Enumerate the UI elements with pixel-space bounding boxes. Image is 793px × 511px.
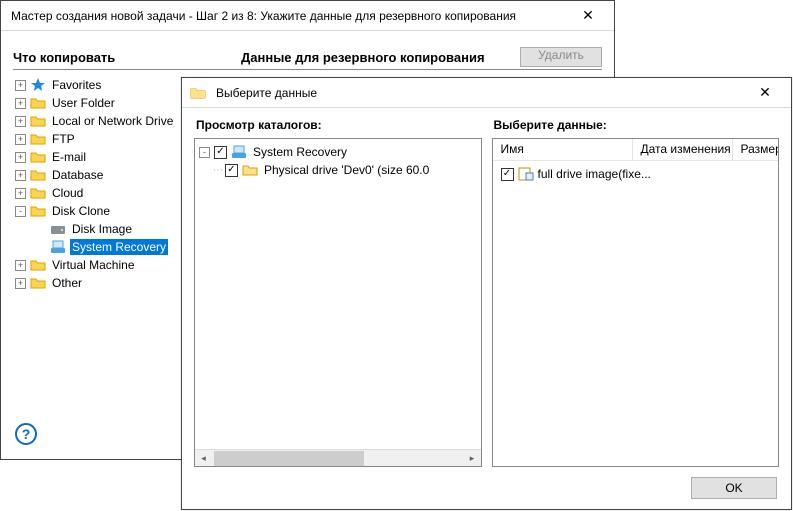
help-icon[interactable]: ? <box>15 423 37 445</box>
wizard-title: Мастер создания новой задачи - Шаг 2 из … <box>11 9 568 23</box>
expand-toggle[interactable]: + <box>15 80 26 91</box>
dialog-titlebar: Выберите данные ✕ <box>182 78 791 108</box>
tree-item-label: E-mail <box>50 149 88 165</box>
catalog-root-label: System Recovery <box>251 144 349 160</box>
folder-icon <box>30 113 46 129</box>
star-icon <box>30 77 46 93</box>
expand-toggle[interactable]: - <box>15 206 26 217</box>
select-data-dialog: Выберите данные ✕ Просмотр каталогов: - <box>181 77 792 510</box>
tree-item-label: Local or Network Drive <box>50 113 175 129</box>
backup-data-header: Данные для резервного копирования <box>241 50 512 65</box>
dialog-content: Просмотр каталогов: - System Recovery <box>182 108 791 509</box>
tree-item-label: User Folder <box>50 95 117 111</box>
file-label: full drive image(fixe... <box>538 167 651 181</box>
what-to-copy-header: Что копировать <box>13 50 241 70</box>
expand-toggle[interactable]: + <box>15 152 26 163</box>
catalog-child-label: Physical drive 'Dev0' (size 60.0 <box>262 162 431 178</box>
tree-item-label: Other <box>50 275 84 291</box>
catalog-row-root[interactable]: - System Recovery <box>199 143 477 161</box>
expand-toggle[interactable]: + <box>15 134 26 145</box>
scroll-thumb[interactable] <box>214 451 364 466</box>
recovery-icon <box>231 144 247 160</box>
expand-toggle[interactable]: + <box>15 98 26 109</box>
hscrollbar[interactable]: ◂ ▸ <box>195 449 481 466</box>
folder-icon <box>30 95 46 111</box>
dialog-title-wrap: Выберите данные <box>190 85 745 101</box>
folder-icon <box>30 149 46 165</box>
checkbox[interactable] <box>501 168 514 181</box>
files-body[interactable]: full drive image(fixe... <box>493 161 779 466</box>
scroll-left-icon[interactable]: ◂ <box>195 450 212 467</box>
tree-item-label: Favorites <box>50 77 103 93</box>
tree-connector: ⋯ <box>213 165 223 176</box>
tree-item-label: Virtual Machine <box>50 257 137 273</box>
dialog-buttons: OK <box>194 467 779 501</box>
col-date[interactable]: Дата изменения <box>633 139 733 160</box>
tree-item-label: Database <box>50 167 105 183</box>
disk-icon <box>50 221 66 237</box>
recovery-icon <box>50 239 66 255</box>
folder-icon <box>30 167 46 183</box>
tree-item-label: FTP <box>50 131 77 147</box>
expand-toggle[interactable]: + <box>15 116 26 127</box>
folder-icon <box>30 131 46 147</box>
catalog-pane: Просмотр каталогов: - System Recovery <box>194 118 482 467</box>
backup-data-header-wrap: Данные для резервного копирования Удалит… <box>241 47 602 70</box>
tree-item-label: Disk Clone <box>50 203 112 219</box>
dialog-title: Выберите данные <box>216 86 317 100</box>
files-pane: Выберите данные: Имя Дата изменения Разм… <box>492 118 780 467</box>
folder-icon <box>30 257 46 273</box>
tree-item-label: System Recovery <box>70 239 168 255</box>
expand-toggle[interactable]: + <box>15 278 26 289</box>
close-icon[interactable]: ✕ <box>568 2 608 30</box>
headers-row: Что копировать Данные для резервного коп… <box>13 47 602 70</box>
checkbox[interactable] <box>214 146 227 159</box>
list-item[interactable]: full drive image(fixe... <box>497 165 775 183</box>
tree-item-label: Disk Image <box>70 221 134 237</box>
expand-toggle[interactable]: + <box>15 170 26 181</box>
catalog-row-child[interactable]: ⋯ Physical drive 'Dev0' (size 60.0 <box>199 161 477 179</box>
folder-icon <box>30 185 46 201</box>
ok-button[interactable]: OK <box>691 477 777 499</box>
folder-icon <box>30 203 46 219</box>
expand-toggle[interactable]: - <box>199 147 210 158</box>
files-title: Выберите данные: <box>492 118 780 138</box>
panes: Просмотр каталогов: - System Recovery <box>194 118 779 467</box>
catalog-box: - System Recovery ⋯ <box>194 138 482 467</box>
scroll-right-icon[interactable]: ▸ <box>464 450 481 467</box>
expand-toggle[interactable]: + <box>15 188 26 199</box>
catalog-title: Просмотр каталогов: <box>194 118 482 138</box>
catalog-body[interactable]: - System Recovery ⋯ <box>195 139 481 449</box>
delete-button[interactable]: Удалить <box>520 47 602 67</box>
files-box: Имя Дата изменения Размер full drive ima… <box>492 138 780 467</box>
col-name[interactable]: Имя <box>493 139 633 160</box>
folder-icon <box>30 275 46 291</box>
checkbox[interactable] <box>225 164 238 177</box>
tree-item-label: Cloud <box>50 185 85 201</box>
list-header[interactable]: Имя Дата изменения Размер <box>493 139 779 161</box>
dialog-close-icon[interactable]: ✕ <box>745 79 785 107</box>
folder-icon <box>242 162 258 178</box>
col-size[interactable]: Размер <box>733 139 779 160</box>
folder-open-icon <box>190 85 206 101</box>
wizard-titlebar: Мастер создания новой задачи - Шаг 2 из … <box>1 1 614 31</box>
drive-image-icon <box>518 166 534 182</box>
expand-toggle[interactable]: + <box>15 260 26 271</box>
